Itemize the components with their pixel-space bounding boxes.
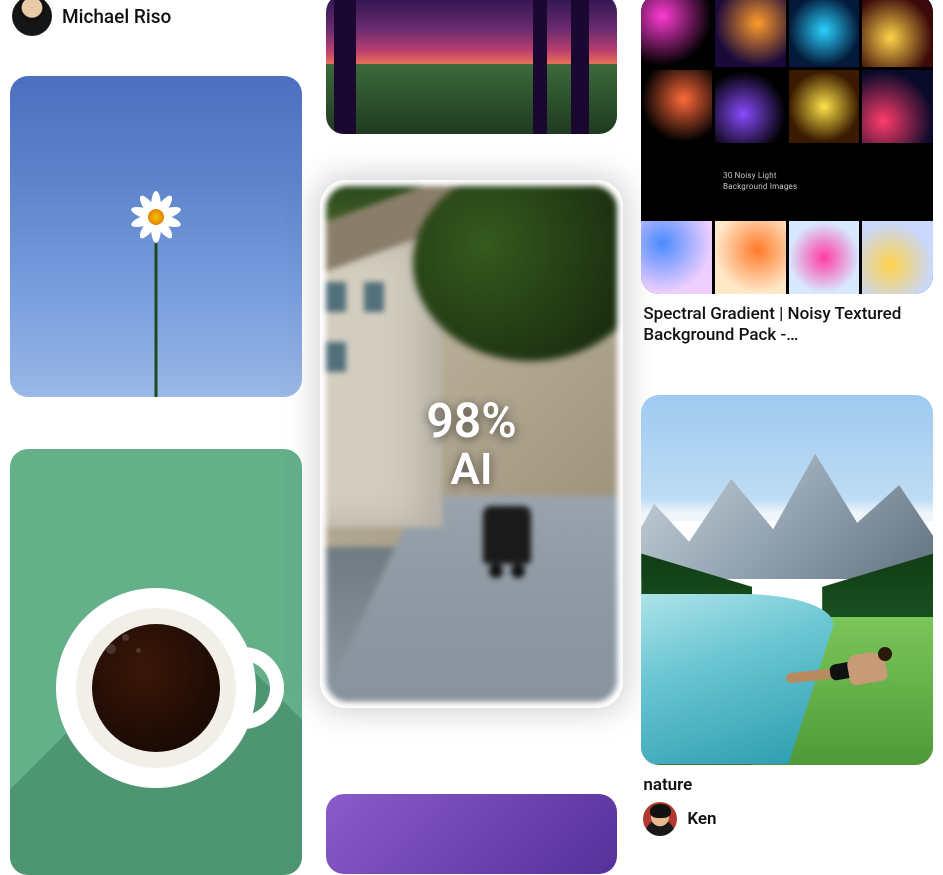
ai-label: AI: [450, 446, 492, 492]
column-2: 98% AI: [326, 0, 618, 875]
pin-grid: Michael Riso: [0, 0, 943, 875]
pin-author[interactable]: Ken: [643, 802, 931, 836]
person-lying: [790, 653, 886, 683]
ai-overlay: 98% AI: [326, 186, 618, 702]
pin-purple-gradient[interactable]: [326, 794, 618, 874]
column-1: Michael Riso: [10, 0, 302, 875]
pin-spectral-pack[interactable]: 30 Noisy Light Background Images: [641, 0, 933, 294]
pin-title[interactable]: nature: [643, 775, 931, 796]
pin-title[interactable]: Spectral Gradient | Noisy Textured Backg…: [643, 304, 931, 347]
pin-sunset-forest[interactable]: [326, 0, 618, 134]
avatar: [12, 0, 52, 36]
pin-sky-daisy[interactable]: [10, 76, 302, 397]
pin-nature-mountain[interactable]: [641, 395, 933, 765]
pin-coffee-illustration[interactable]: [10, 449, 302, 875]
ai-percentage: 98%: [426, 396, 516, 446]
author-name: Ken: [687, 809, 716, 829]
pin-author[interactable]: Michael Riso: [12, 0, 300, 36]
avatar: [643, 802, 677, 836]
spectral-pack-caption: 30 Noisy Light Background Images: [641, 146, 933, 219]
author-name: Michael Riso: [62, 5, 171, 28]
column-3: 30 Noisy Light Background Images Spectra…: [641, 0, 933, 875]
